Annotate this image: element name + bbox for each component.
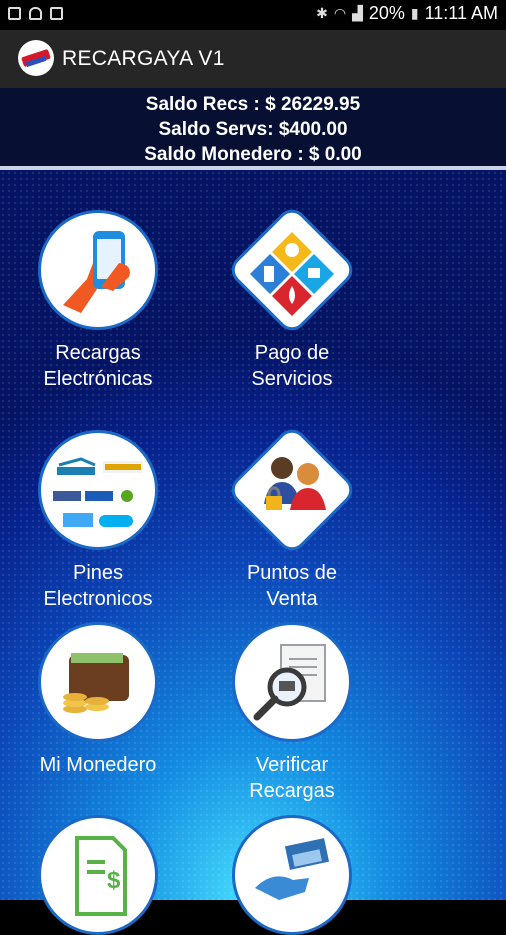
balance-monedero: Saldo Monedero : $ 0.00 (144, 144, 362, 165)
menu-item-verificar[interactable]: Verificar Recargas (197, 622, 387, 804)
battery-icon: ▮ (410, 5, 419, 21)
status-bar: ✱ ◠ ▟ 20% ▮ 11:11 AM (0, 0, 506, 30)
menu-item-facturas[interactable]: $ (3, 815, 193, 935)
gallery-notification-icon (8, 7, 21, 20)
svg-text:$: $ (107, 867, 121, 894)
wifi-icon: ◠ (333, 5, 347, 21)
balance-panel: Saldo Recs : $ 26229.95 Saldo Servs: $40… (0, 88, 506, 170)
wallet-icon (38, 622, 158, 742)
menu-item-label: Mi Monedero (39, 754, 157, 776)
image-notification-icon (50, 7, 63, 20)
menu-item-label: Pines Electronicos (43, 562, 153, 610)
balance-recargas: Saldo Recs : $ 26229.95 (145, 94, 361, 115)
clock: 11:11 AM (424, 3, 498, 23)
battery-percentage: 20% (368, 3, 405, 23)
pins-brands-icon (38, 430, 158, 550)
menu-item-label: Pago de Servicios (251, 342, 333, 390)
balance-servicios: Saldo Servs: $400.00 (158, 119, 348, 140)
menu-item-puntos-venta[interactable]: Puntos de Venta (197, 427, 387, 612)
money-handshake-icon (232, 815, 352, 935)
verify-search-icon (232, 622, 352, 742)
menu-item-label: Puntos de Venta (246, 562, 338, 610)
download-notification-icon (29, 7, 42, 20)
phone-hand-icon (38, 210, 158, 330)
menu-item-pines[interactable]: Pines Electronicos (3, 430, 193, 612)
notification-icons (8, 7, 63, 20)
invoice-dollar-icon: $ (38, 815, 158, 935)
app-bar: RECARGAYA V1 (0, 30, 506, 88)
menu-item-label: Recargas Electrónicas (43, 342, 153, 390)
menu-item-transferencias[interactable] (197, 815, 387, 935)
signal-icon: ▟ (352, 5, 363, 21)
bluetooth-icon: ✱ (316, 5, 328, 21)
main-menu: RecargasElectrónicas Pago deServicios (0, 170, 506, 935)
app-title: RECARGAYA V1 (62, 47, 225, 70)
menu-item-monedero[interactable]: Mi Monedero (3, 622, 193, 778)
menu-item-pago-servicios[interactable]: Pago de Servicios (197, 207, 387, 392)
menu-item-recargas[interactable]: Recargas Electrónicas (3, 210, 193, 392)
menu-item-label: Verificar Recargas (249, 754, 335, 802)
app-logo-icon (18, 40, 54, 76)
